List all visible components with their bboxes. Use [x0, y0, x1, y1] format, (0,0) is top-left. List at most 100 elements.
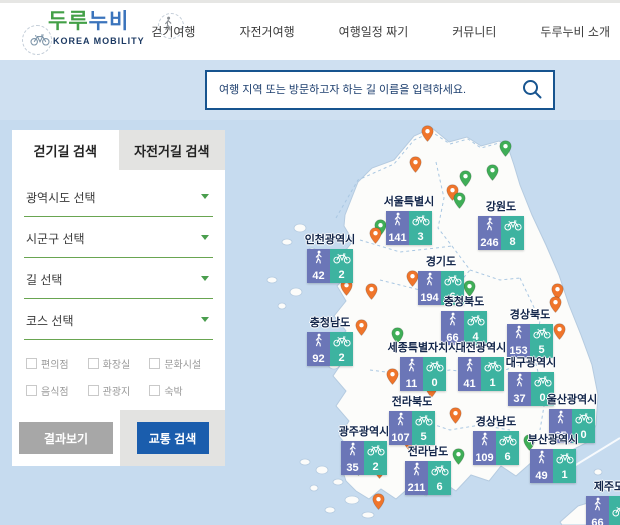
- bike-count: 2: [372, 461, 378, 473]
- filter-label: 코스 선택: [26, 314, 74, 328]
- amenity-label: 숙박: [164, 383, 182, 398]
- region-stat[interactable]: 전라남도 211 6: [384, 443, 472, 495]
- nav-item[interactable]: 두루누비 소개: [518, 23, 620, 40]
- main-nav: 걷기여행 자전거여행 여행일정 짜기 커뮤니티 두루누비 소개: [129, 3, 620, 60]
- transit-button-cell: 교통 검색: [120, 410, 225, 466]
- amenity-label: 관광지: [103, 383, 131, 398]
- bicycle-icon: [444, 273, 462, 291]
- walker-icon: [424, 272, 435, 292]
- map-pin-icon[interactable]: [372, 493, 385, 510]
- map-pin-icon[interactable]: [499, 140, 512, 157]
- checkbox[interactable]: [88, 385, 99, 396]
- filter-list: 광역시도 선택 시군구 선택 길 선택 코스 선택: [24, 176, 213, 340]
- region-badge[interactable]: 42 2: [307, 249, 353, 283]
- amenity-label: 음식점: [41, 383, 69, 398]
- checkbox[interactable]: [149, 385, 160, 396]
- region-name: 울산광역시: [528, 391, 616, 407]
- region-badge[interactable]: 66: [586, 496, 620, 525]
- amenity-filters: 편의점 화장실 문화시설 음식점: [24, 340, 213, 406]
- region-badge[interactable]: 92 2: [307, 332, 353, 366]
- checkbox[interactable]: [26, 385, 37, 396]
- checkbox[interactable]: [149, 358, 160, 369]
- bike-count: 6: [436, 481, 442, 493]
- region-stat[interactable]: 서울특별시 141 3: [365, 193, 453, 245]
- region-stat[interactable]: 충청남도 92 2: [286, 314, 374, 366]
- walk-count-cell: 49: [530, 449, 553, 483]
- bike-count: 5: [420, 431, 426, 443]
- search-button[interactable]: [511, 72, 553, 108]
- map-pin-icon[interactable]: [486, 164, 499, 181]
- bicycle-icon: [367, 443, 385, 461]
- walker-icon: [592, 497, 603, 517]
- walker-icon: [447, 312, 458, 332]
- transit-search-button[interactable]: 교통 검색: [137, 422, 209, 454]
- region-badge[interactable]: 35 2: [341, 441, 387, 475]
- filter-dropdown[interactable]: 시군구 선택: [24, 217, 213, 258]
- checkbox[interactable]: [88, 358, 99, 369]
- checkbox[interactable]: [26, 358, 37, 369]
- panel-tab[interactable]: 걷기길 검색: [12, 130, 119, 170]
- amenity-checkbox-item[interactable]: 편의점: [26, 356, 88, 371]
- nav-item[interactable]: 커뮤니티: [430, 23, 518, 40]
- filter-dropdown[interactable]: 길 선택: [24, 258, 213, 299]
- panel-tab[interactable]: 자전거길 검색: [119, 130, 226, 170]
- amenity-checkbox-item[interactable]: 화장실: [88, 356, 150, 371]
- map-pin-icon[interactable]: [459, 170, 472, 187]
- walk-count: 246: [480, 237, 498, 249]
- amenity-label: 편의점: [41, 356, 69, 371]
- amenity-checkbox-item[interactable]: 숙박: [149, 383, 211, 398]
- bike-count-cell: 5: [530, 324, 553, 358]
- map-pin-icon[interactable]: [365, 283, 378, 300]
- region-stat[interactable]: 인천광역시 42 2: [286, 231, 374, 283]
- walk-count-cell: 109: [473, 431, 496, 465]
- bicycle-icon: [556, 451, 574, 469]
- region-name: 부산광역시: [509, 431, 597, 447]
- amenity-label: 화장실: [103, 356, 131, 371]
- region-stat[interactable]: 강원도 246 8: [457, 198, 545, 250]
- region-stat[interactable]: 제주도 66: [565, 478, 620, 525]
- amenity-checkbox-item[interactable]: 음식점: [26, 383, 88, 398]
- walk-count-cell: 41: [458, 357, 481, 391]
- map-pin-icon[interactable]: [409, 156, 422, 173]
- nav-item[interactable]: 여행일정 짜기: [317, 23, 431, 40]
- nav-item[interactable]: 자전거여행: [217, 23, 316, 40]
- search-input[interactable]: [207, 84, 511, 96]
- panel-tabs: 걷기길 검색 자전거길 검색: [12, 130, 225, 170]
- map-pin-icon[interactable]: [421, 125, 434, 142]
- walk-count: 66: [591, 517, 603, 525]
- bicycle-icon: [612, 504, 620, 522]
- amenity-checkbox-item[interactable]: 관광지: [88, 383, 150, 398]
- bicycle-icon: [504, 218, 522, 236]
- walk-count-cell: 11: [400, 357, 423, 391]
- amenity-checkbox-item[interactable]: 문화시설: [149, 356, 211, 371]
- view-results-button[interactable]: 결과보기: [19, 422, 113, 454]
- walk-count-cell: 66: [586, 496, 609, 525]
- walker-icon: [514, 373, 525, 393]
- walk-count: 141: [388, 232, 406, 244]
- region-name: 제주도: [565, 478, 620, 494]
- bicycle-icon: [575, 411, 593, 429]
- bike-count-cell: 2: [330, 332, 353, 366]
- region-badge[interactable]: 211 6: [405, 461, 451, 495]
- walker-icon: [347, 442, 358, 462]
- amenity-label: 문화시설: [164, 356, 201, 371]
- filter-dropdown[interactable]: 광역시도 선택: [24, 176, 213, 217]
- region-stat[interactable]: 부산광역시 49 1: [509, 431, 597, 483]
- filter-dropdown[interactable]: 코스 선택: [24, 299, 213, 340]
- walk-count: 109: [475, 452, 493, 464]
- panel-body: 광역시도 선택 시군구 선택 길 선택 코스 선택: [12, 170, 225, 466]
- walker-icon: [484, 217, 495, 237]
- bicycle-icon: [431, 463, 449, 481]
- nav-item[interactable]: 걷기여행: [129, 23, 217, 40]
- region-badge[interactable]: 246 8: [478, 216, 524, 250]
- region-name: 충청남도: [286, 314, 374, 330]
- walker-icon: [479, 432, 490, 452]
- bike-count-cell: 2: [330, 249, 353, 283]
- walk-count-cell: 42: [307, 249, 330, 283]
- walk-count: 49: [535, 470, 547, 482]
- region-badge[interactable]: 141 3: [386, 211, 432, 245]
- bike-count-cell: 6: [428, 461, 451, 495]
- search-icon: [521, 78, 543, 103]
- bike-count: 2: [338, 352, 344, 364]
- top-header: 두루누비 KOREA MOBILITY 걷기여행 자전거여행 여행일정 짜기 커…: [0, 0, 620, 60]
